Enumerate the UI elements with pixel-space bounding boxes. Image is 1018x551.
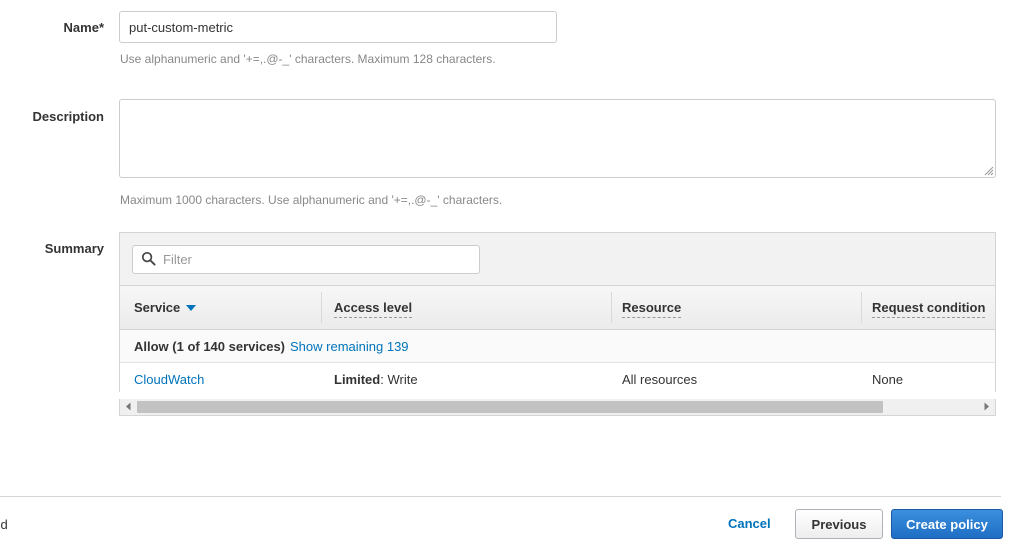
footer-divider (0, 496, 1001, 497)
required-note: ired (0, 517, 8, 532)
filter-field-wrapper (132, 244, 480, 274)
sort-descending-caret-icon[interactable] (186, 304, 197, 311)
cell-access-level: Limited: Write (334, 372, 418, 387)
policy-group-row: Allow (1 of 140 services) Show remaining… (120, 330, 995, 363)
column-header-service-label: Service (134, 300, 181, 315)
filter-toolbar (120, 233, 995, 286)
scrollbar-thumb[interactable] (137, 401, 883, 413)
summary-panel: Service Access level Resource Request co… (119, 232, 996, 392)
name-input[interactable] (119, 11, 557, 43)
scroll-left-icon[interactable] (121, 399, 136, 414)
access-level-kind: Limited (334, 372, 381, 387)
summary-label: Summary (44, 241, 104, 256)
table-row[interactable]: CloudWatch Limited: Write All resources … (120, 363, 995, 392)
previous-button[interactable]: Previous (795, 509, 883, 539)
cell-service-cloudwatch[interactable]: CloudWatch (134, 372, 204, 387)
description-help-text: Maximum 1000 characters. Use alphanumeri… (120, 193, 503, 207)
name-help-text: Use alphanumeric and '+=,.@-_' character… (120, 52, 496, 66)
column-header-resource[interactable]: Resource (622, 300, 682, 318)
description-label: Description (32, 109, 104, 124)
cell-request-condition: None (872, 372, 904, 387)
cancel-button[interactable]: Cancel (728, 516, 771, 531)
column-header-service[interactable]: Service (134, 300, 197, 315)
table-horizontal-scrollbar[interactable] (119, 399, 996, 416)
column-divider (321, 292, 322, 323)
policy-effect-text: Allow (1 of 140 services) (134, 338, 286, 354)
column-divider (611, 292, 612, 323)
cell-resource: All resources (622, 372, 698, 387)
table-header-row: Service Access level Resource Request co… (120, 286, 995, 330)
column-header-request-condition[interactable]: Request condition (872, 300, 986, 318)
filter-input[interactable] (132, 244, 480, 274)
show-remaining-services-link[interactable]: Show remaining 139 (290, 339, 409, 354)
description-textarea[interactable] (119, 99, 996, 178)
column-header-access-level[interactable]: Access level (334, 300, 413, 318)
column-divider (861, 292, 862, 323)
create-policy-button[interactable]: Create policy (891, 509, 1003, 539)
create-policy-review-page: Name* Use alphanumeric and '+=,.@-_' cha… (0, 0, 1018, 551)
name-label: Name* (63, 20, 104, 35)
access-level-detail: : Write (380, 372, 418, 387)
scroll-right-icon[interactable] (979, 399, 994, 414)
